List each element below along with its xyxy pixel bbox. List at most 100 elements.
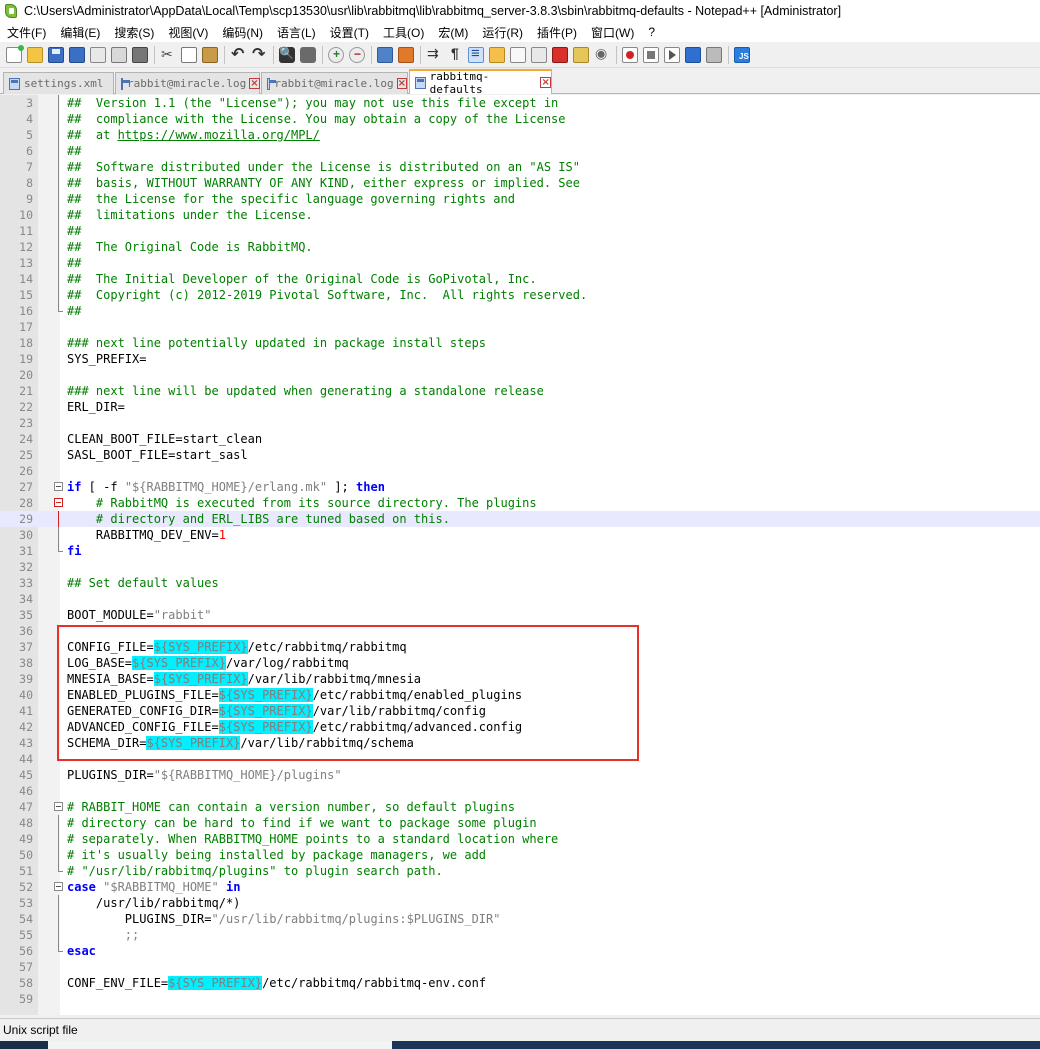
code-line[interactable]: 39 MNESIA_BASE=${SYS_PREFIX}/var/lib/rabb… <box>0 671 1040 687</box>
menu-settings[interactable]: 设置(T) <box>330 24 369 41</box>
menu-view[interactable]: 视图(V) <box>168 24 208 41</box>
function-list-icon[interactable] <box>531 46 547 63</box>
code-line[interactable]: 48 # directory can be hard to find if we … <box>0 815 1040 831</box>
code-line[interactable]: 7 ## Software distributed under the Licen… <box>0 159 1040 175</box>
code-line[interactable]: 42 ADVANCED_CONFIG_FILE=${SYS_PREFIX}/etc… <box>0 719 1040 735</box>
menu-macro[interactable]: 宏(M) <box>438 24 468 41</box>
code-line[interactable]: 23 <box>0 415 1040 431</box>
code-line[interactable]: 45 PLUGINS_DIR="${RABBITMQ_HOME}/plugins" <box>0 767 1040 783</box>
code-line[interactable]: 21 ### next line will be updated when gen… <box>0 383 1040 399</box>
code-line[interactable]: 40 ENABLED_PLUGINS_FILE=${SYS_PREFIX}/etc… <box>0 687 1040 703</box>
code-line[interactable]: 26 <box>0 463 1040 479</box>
code-line[interactable]: 32 <box>0 559 1040 575</box>
code-line[interactable]: 51 # "/usr/lib/rabbitmq/plugins" to plugi… <box>0 863 1040 879</box>
monitoring-icon[interactable] <box>573 46 589 63</box>
code-line[interactable]: 54 PLUGINS_DIR="/usr/lib/rabbitmq/plugin… <box>0 911 1040 927</box>
fold-toggle-icon[interactable] <box>54 498 63 507</box>
tab-rabbitmq-defaults[interactable]: rabbitmq-defaults × <box>409 69 552 96</box>
code-line[interactable]: 44 <box>0 751 1040 767</box>
code-editor[interactable]: 3 ## Version 1.1 (the "License"); you may… <box>0 95 1040 1015</box>
menu-help[interactable]: ? <box>648 25 655 39</box>
code-line[interactable]: 47 # RABBIT_HOME can contain a version nu… <box>0 799 1040 815</box>
close-file-icon[interactable] <box>90 46 106 63</box>
code-line[interactable]: 5 ## at https://www.mozilla.org/MPL/ <box>0 127 1040 143</box>
zoom-in-icon[interactable] <box>328 46 344 63</box>
stop-recording-icon[interactable] <box>643 46 659 63</box>
word-wrap-icon[interactable] <box>426 45 442 63</box>
menu-search[interactable]: 搜索(S) <box>114 24 154 41</box>
record-macro-icon[interactable] <box>622 46 638 63</box>
code-line[interactable]: 20 <box>0 367 1040 383</box>
code-line[interactable]: 4 ## compliance with the License. You may… <box>0 111 1040 127</box>
js-plugin-icon[interactable]: JS <box>734 46 750 63</box>
folder-as-workspace-icon[interactable] <box>552 46 568 63</box>
code-lines[interactable]: 3 ## Version 1.1 (the "License"); you may… <box>0 95 1040 1007</box>
code-line[interactable]: 41 GENERATED_CONFIG_DIR=${SYS_PREFIX}/var… <box>0 703 1040 719</box>
code-line[interactable]: 29 # directory and ERL_LIBS are tuned ba… <box>0 511 1040 527</box>
print-icon[interactable] <box>132 46 148 63</box>
code-line[interactable]: 8 ## basis, WITHOUT WARRANTY OF ANY KIND,… <box>0 175 1040 191</box>
menu-file[interactable]: 文件(F) <box>7 24 46 41</box>
user-defined-language-icon[interactable] <box>489 46 505 63</box>
close-tab-icon[interactable]: × <box>396 78 407 89</box>
code-line[interactable]: 31 fi <box>0 543 1040 559</box>
code-line[interactable]: 16 ## <box>0 303 1040 319</box>
code-line[interactable]: 24 CLEAN_BOOT_FILE=start_clean <box>0 431 1040 447</box>
code-line[interactable]: 30 RABBITMQ_DEV_ENV=1 <box>0 527 1040 543</box>
eye-icon[interactable] <box>594 45 610 63</box>
code-line[interactable]: 57 <box>0 959 1040 975</box>
tab-rabbit-log-2[interactable]: rabbit@miracle.log × <box>261 72 408 94</box>
code-line[interactable]: 52 case "$RABBITMQ_HOME" in <box>0 879 1040 895</box>
menu-language[interactable]: 语言(L) <box>277 24 316 41</box>
tab-settings-xml[interactable]: settings.xml <box>3 72 114 94</box>
close-tab-icon[interactable]: × <box>540 77 551 88</box>
cut-icon[interactable] <box>160 46 176 63</box>
code-line[interactable]: 10 ## limitations under the License. <box>0 207 1040 223</box>
code-line[interactable]: 11 ## <box>0 223 1040 239</box>
code-line[interactable]: 55 ;; <box>0 927 1040 943</box>
copy-icon[interactable] <box>181 46 197 63</box>
code-line[interactable]: 17 <box>0 319 1040 335</box>
fold-toggle-icon[interactable] <box>54 482 63 491</box>
menu-encoding[interactable]: 编码(N) <box>222 24 263 41</box>
find-icon[interactable] <box>279 46 295 63</box>
code-line[interactable]: 53 /usr/lib/rabbitmq/*) <box>0 895 1040 911</box>
code-line[interactable]: 43 SCHEMA_DIR=${SYS_PREFIX}/var/lib/rabbi… <box>0 735 1040 751</box>
code-line[interactable]: 58 CONF_ENV_FILE=${SYS_PREFIX}/etc/rabbit… <box>0 975 1040 991</box>
code-line[interactable]: 34 <box>0 591 1040 607</box>
code-line[interactable]: 19 SYS_PREFIX= <box>0 351 1040 367</box>
replace-icon[interactable] <box>300 46 316 63</box>
code-line[interactable]: 6 ## <box>0 143 1040 159</box>
indent-guide-icon[interactable] <box>468 45 484 63</box>
code-line[interactable]: 59 <box>0 991 1040 1007</box>
sync-horizontal-scroll-icon[interactable] <box>398 46 414 63</box>
new-file-icon[interactable] <box>6 44 24 63</box>
menu-tools[interactable]: 工具(O) <box>383 24 424 41</box>
code-line[interactable]: 46 <box>0 783 1040 799</box>
code-line[interactable]: 13 ## <box>0 255 1040 271</box>
taskbar-start[interactable] <box>0 1041 48 1049</box>
code-line[interactable]: 27 if [ -f "${RABBITMQ_HOME}/erlang.mk" ]… <box>0 479 1040 495</box>
taskbar-search[interactable] <box>48 1041 392 1049</box>
open-file-icon[interactable] <box>27 46 43 63</box>
zoom-out-icon[interactable] <box>349 46 365 63</box>
close-tab-icon[interactable]: × <box>249 78 260 89</box>
save-all-icon[interactable] <box>69 46 85 63</box>
tab-rabbit-log-1[interactable]: rabbit@miracle.log × <box>115 72 260 94</box>
code-line[interactable]: 33 ## Set default values <box>0 575 1040 591</box>
menu-window[interactable]: 窗口(W) <box>591 24 634 41</box>
close-all-icon[interactable] <box>111 46 127 63</box>
code-line[interactable]: 49 # separately. When RABBITMQ_HOME point… <box>0 831 1040 847</box>
code-line[interactable]: 15 ## Copyright (c) 2012-2019 Pivotal Sof… <box>0 287 1040 303</box>
code-line[interactable]: 25 SASL_BOOT_FILE=start_sasl <box>0 447 1040 463</box>
code-line[interactable]: 22 ERL_DIR= <box>0 399 1040 415</box>
notepad-plus-plus-icon[interactable] <box>3 3 19 19</box>
run-macro-multiple-icon[interactable] <box>685 46 701 63</box>
code-line[interactable]: 14 ## The Initial Developer of the Origin… <box>0 271 1040 287</box>
playback-macro-icon[interactable] <box>664 46 680 63</box>
menu-plugins[interactable]: 插件(P) <box>537 24 577 41</box>
code-line[interactable]: 35 BOOT_MODULE="rabbit" <box>0 607 1040 623</box>
code-line[interactable]: 3 ## Version 1.1 (the "License"); you may… <box>0 95 1040 111</box>
save-macro-icon[interactable] <box>706 46 722 63</box>
paste-icon[interactable] <box>202 46 218 63</box>
